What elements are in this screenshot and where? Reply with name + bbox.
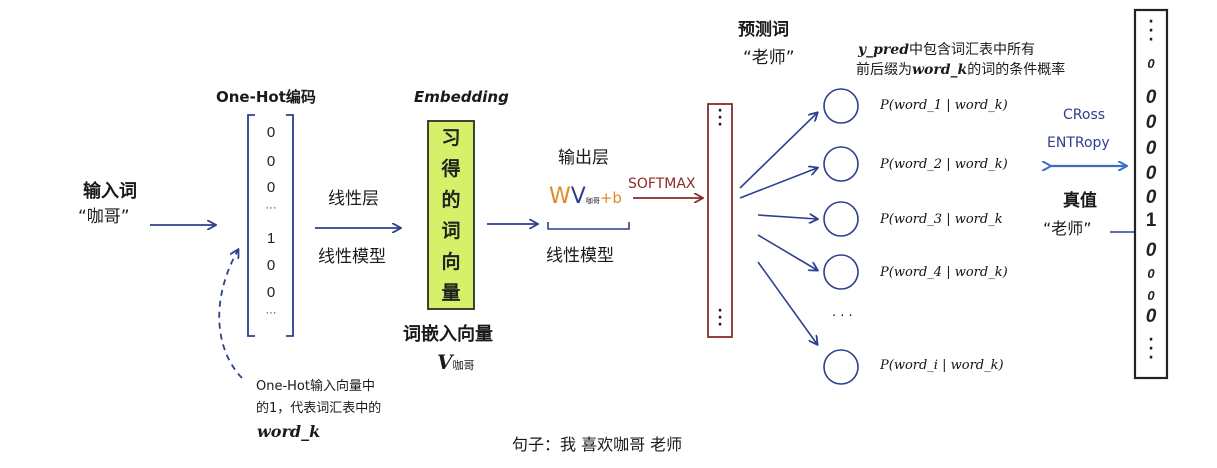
true-vector-dots-bottom: · · · bbox=[1148, 332, 1154, 366]
y-pred-note-text: 中包含词汇表中所有 bbox=[909, 42, 1035, 58]
prob-circle-5 bbox=[823, 349, 859, 385]
embedding-caption: 词嵌入向量 bbox=[403, 324, 493, 345]
embedding-char: 习 bbox=[441, 127, 461, 149]
y-pred-symbol: y_pred bbox=[858, 42, 909, 58]
fan-arrow-1 bbox=[739, 113, 817, 189]
annotation-arrow bbox=[218, 250, 243, 379]
one-hot-ellipsis: ··· bbox=[265, 307, 277, 319]
true-vector-value: 0 bbox=[1145, 87, 1157, 108]
embedding-char: 的 bbox=[441, 189, 461, 211]
y-pred-note-rest: 的词的条件概率 bbox=[967, 62, 1066, 78]
annotation-line2: 的1，代表词汇表中的 bbox=[256, 401, 382, 416]
true-vector-value: 0 bbox=[1145, 163, 1157, 184]
true-vector-value: 0 bbox=[1145, 138, 1157, 159]
true-vector-value: 0 bbox=[1145, 112, 1157, 133]
predicted-label: 预测词 bbox=[738, 20, 789, 40]
cross-entropy-line2: ENTRopy bbox=[1047, 135, 1110, 151]
true-vector-value-one: 1 bbox=[1145, 210, 1157, 231]
vector-symbol: V bbox=[437, 350, 453, 374]
y-pred-note-pre: 前后缀为 bbox=[856, 62, 912, 78]
one-hot-value: 0 bbox=[266, 124, 276, 141]
prob-circle-1 bbox=[823, 88, 859, 124]
prob-label-3: P(word_3 | word_k bbox=[880, 212, 1003, 227]
true-vector-value: 0 bbox=[1145, 187, 1157, 208]
formula-underline-bracket bbox=[547, 222, 630, 230]
predicted-word: “老师” bbox=[743, 48, 795, 68]
prob-circle-4 bbox=[823, 254, 859, 290]
softmax-label: SOFTMAX bbox=[628, 176, 696, 192]
output-formula: WV咖哥+b bbox=[549, 186, 622, 208]
input-word-label: 输入词 bbox=[83, 181, 137, 202]
output-layer-title: 输出层 bbox=[558, 148, 609, 168]
one-hot-vector: 0 0 0 ··· 1 0 0 ··· bbox=[256, 0, 286, 468]
fan-arrow-3 bbox=[757, 215, 817, 219]
linear-model-label: 线性模型 bbox=[318, 247, 386, 267]
annotation-word-k: word_k bbox=[257, 422, 321, 441]
embedding-char: 量 bbox=[441, 282, 461, 304]
true-vector-value: 0 bbox=[1145, 240, 1157, 261]
true-vector-value: 0 bbox=[1145, 306, 1157, 327]
softmax-dots-bottom: · · · bbox=[717, 303, 723, 333]
formula-b: +b bbox=[599, 189, 622, 207]
embedding-vector-symbol: V咖哥 bbox=[437, 352, 475, 372]
output-linear-model-label: 线性模型 bbox=[546, 246, 614, 266]
vector-subscript: 咖哥 bbox=[452, 359, 475, 372]
formula-w: W bbox=[549, 184, 571, 209]
prob-circle-3 bbox=[823, 201, 859, 237]
embedding-title: Embedding bbox=[414, 88, 509, 106]
formula-v: V bbox=[570, 184, 586, 209]
embedding-char: 向 bbox=[441, 251, 461, 273]
prob-label-2: P(word_2 | word_k) bbox=[880, 157, 1008, 172]
prob-ellipsis: · · · bbox=[832, 309, 853, 324]
prob-label-4: P(word_4 | word_k) bbox=[880, 265, 1008, 280]
prob-label-1: P(word_1 | word_k) bbox=[880, 98, 1008, 113]
one-hot-value: 0 bbox=[266, 179, 276, 196]
true-vector-value: 0 bbox=[1147, 56, 1155, 71]
fan-arrow-4 bbox=[757, 234, 817, 270]
one-hot-value-one: 1 bbox=[266, 230, 276, 247]
prob-label-5: P(word_i | word_k) bbox=[880, 358, 1004, 373]
one-hot-value: 0 bbox=[266, 153, 276, 170]
one-hot-value: 0 bbox=[266, 284, 276, 301]
embedding-char: 词 bbox=[441, 220, 461, 242]
true-vector: · · · 0 0 0 0 0 0 1 0 0 0 0 · · · bbox=[1135, 0, 1167, 468]
fan-arrow-2 bbox=[739, 168, 817, 199]
one-hot-value: 0 bbox=[266, 257, 276, 274]
y-pred-note-line2: 前后缀为word_k的词的条件概率 bbox=[856, 63, 1065, 77]
linear-layer-label: 线性层 bbox=[328, 189, 379, 209]
true-vector-value: 0 bbox=[1147, 266, 1155, 281]
true-vector-dots-top: · · · bbox=[1148, 14, 1154, 48]
embedding-char: 得 bbox=[441, 158, 461, 180]
y-pred-note-line1: y_pred中包含词汇表中所有 bbox=[858, 43, 1035, 57]
true-value-label: 真值 bbox=[1063, 191, 1097, 211]
true-value-word: “老师” bbox=[1043, 219, 1092, 238]
prob-circle-2 bbox=[823, 146, 859, 182]
input-word: “咖哥” bbox=[78, 207, 130, 227]
formula-subscript: 咖哥 bbox=[585, 197, 600, 205]
softmax-dots-top: · · · bbox=[717, 103, 723, 133]
annotation-line1: One-Hot输入向量中 bbox=[256, 379, 375, 394]
embedding-text: 习 得 的 词 向 量 bbox=[428, 123, 474, 309]
true-vector-value: 0 bbox=[1147, 288, 1155, 303]
one-hot-ellipsis: ··· bbox=[265, 202, 277, 214]
sentence: 句子：我 喜欢咖哥 老师 bbox=[512, 435, 683, 454]
word-k-symbol: word_k bbox=[912, 62, 968, 78]
fan-arrow-5 bbox=[757, 261, 817, 344]
cross-entropy-line1: CRoss bbox=[1063, 107, 1106, 123]
